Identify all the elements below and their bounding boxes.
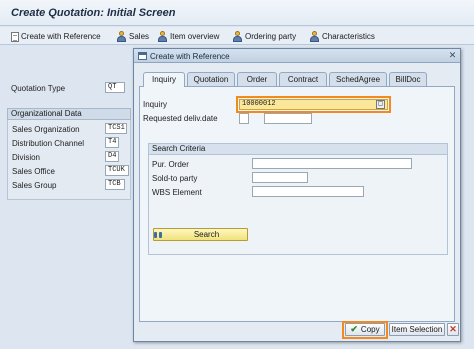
item-selection-button[interactable]: Item Selection [389,323,445,336]
value-help-icon[interactable]: ▢ [376,100,385,109]
sales-organization-field[interactable]: TCS1 [105,123,127,134]
search-button[interactable]: Search [153,228,248,241]
characteristics-label: Characteristics [322,32,375,41]
quotation-type-label: Quotation Type [11,84,66,93]
item-overview-label: Item overview [170,32,220,41]
sales-button[interactable]: Sales [116,30,149,43]
page-title: Create Quotation: Initial Screen [11,7,176,19]
search-button-label: Search [193,230,220,239]
quotation-type-field[interactable]: QT [105,82,125,93]
pur-order-label: Pur. Order [152,160,189,169]
tab-contract[interactable]: Contract [279,72,327,86]
ordering-party-button[interactable]: Ordering party [232,30,296,43]
org-data-header: Organizational Data [7,108,131,120]
inquiry-number-field[interactable]: 10000012 [239,99,388,110]
sales-office-field[interactable]: TCUK [105,165,129,176]
binoculars-icon [154,231,163,239]
person-icon [157,31,168,42]
sales-label: Sales [129,32,150,41]
sales-group-field[interactable]: TCB [105,179,125,190]
ordering-party-label: Ordering party [245,32,297,41]
search-criteria-group: Search Criteria Pur. Order Sold-to party… [148,143,448,255]
create-with-reference-dialog: Create with Reference ✕ Inquiry Quotatio… [133,48,461,342]
sales-group-label: Sales Group [12,181,57,190]
tab-order[interactable]: Order [237,72,277,86]
sold-to-party-field[interactable] [252,172,308,183]
org-data-group: Sales Organization TCS1 Distribution Cha… [7,120,131,200]
dialog-title-bar: Create with Reference ✕ [134,49,460,63]
checkmark-icon: ✔ [350,324,358,334]
create-with-reference-label: Create with Reference [21,32,101,41]
item-selection-label: Item Selection [391,325,443,334]
inquiry-label: Inquiry [143,100,168,109]
distribution-channel-field[interactable]: T4 [105,137,119,148]
cancel-icon: ✕ [449,324,457,334]
sales-office-label: Sales Office [12,167,55,176]
division-field[interactable]: D4 [105,151,119,162]
tab-billdoc[interactable]: BillDoc [389,72,427,86]
search-criteria-header: Search Criteria [149,144,447,155]
deliv-date-format-field[interactable] [239,113,249,124]
wbs-element-label: WBS Element [152,188,202,197]
wbs-element-field[interactable] [252,186,364,197]
sold-to-party-label: Sold-to party [152,174,198,183]
division-label: Division [12,153,41,162]
window-icon [138,52,147,60]
requested-deliv-date-label: Requested deliv.date [143,114,218,123]
cancel-button[interactable]: ✕ [447,323,459,336]
requested-deliv-date-field[interactable] [264,113,312,124]
person-icon [116,31,127,42]
person-icon [232,31,243,42]
close-icon[interactable]: ✕ [448,51,457,60]
copy-button[interactable]: ✔ Copy [345,323,385,336]
distribution-channel-label: Distribution Channel [12,139,85,148]
sales-organization-label: Sales Organization [12,125,80,134]
copy-button-label: Copy [360,325,380,334]
tab-schedagree[interactable]: SchedAgree [329,72,387,86]
item-overview-button[interactable]: Item overview [157,30,219,43]
tab-quotation[interactable]: Quotation [187,72,235,86]
tab-inquiry[interactable]: Inquiry [143,72,185,87]
inquiry-tab-panel: Inquiry 10000012 ▢ Requested deliv.date … [139,86,455,322]
document-icon [11,31,19,42]
characteristics-button[interactable]: Characteristics [309,30,375,43]
pur-order-field[interactable] [252,158,412,169]
dialog-title: Create with Reference [150,52,230,61]
application-toolbar: Create with Reference Sales Item overvie… [0,27,474,45]
person-icon [309,31,320,42]
title-bar: Create Quotation: Initial Screen [0,0,474,26]
create-with-reference-button[interactable]: Create with Reference [11,30,101,43]
